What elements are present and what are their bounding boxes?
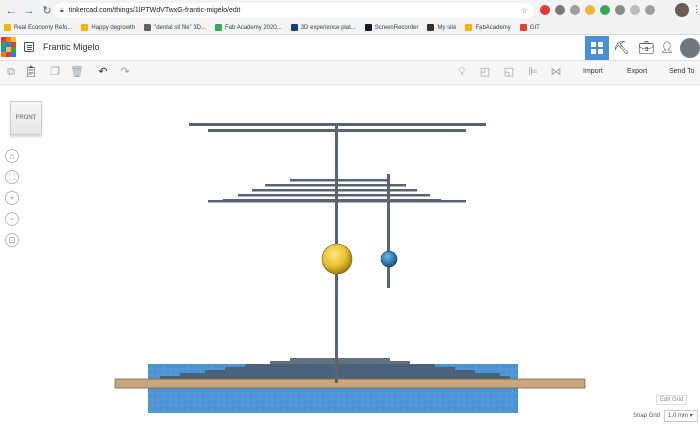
- gold-sphere: [321, 243, 353, 275]
- zoom-in-icon[interactable]: +: [5, 191, 19, 205]
- top-bar: [208, 129, 466, 132]
- view-cube-label: FRONT: [15, 115, 37, 121]
- secondary-rod: [387, 174, 390, 288]
- top-bar: [189, 123, 486, 126]
- snap-grid-select[interactable]: 1.0 mm ▾: [664, 410, 698, 422]
- snap-grid-label: Snap Grid: [633, 413, 661, 419]
- fit-view-icon[interactable]: ⛶: [5, 170, 19, 184]
- view-cube[interactable]: FRONT: [10, 101, 42, 135]
- zoom-out-icon[interactable]: −: [5, 212, 19, 226]
- 3d-scene[interactable]: [0, 0, 700, 425]
- home-icon[interactable]: ⌂: [5, 149, 19, 163]
- blue-sphere: [380, 250, 398, 268]
- base-plank: [114, 378, 586, 389]
- edit-grid-button[interactable]: Edit Grid: [656, 395, 688, 405]
- perspective-icon[interactable]: ⊡: [5, 233, 19, 247]
